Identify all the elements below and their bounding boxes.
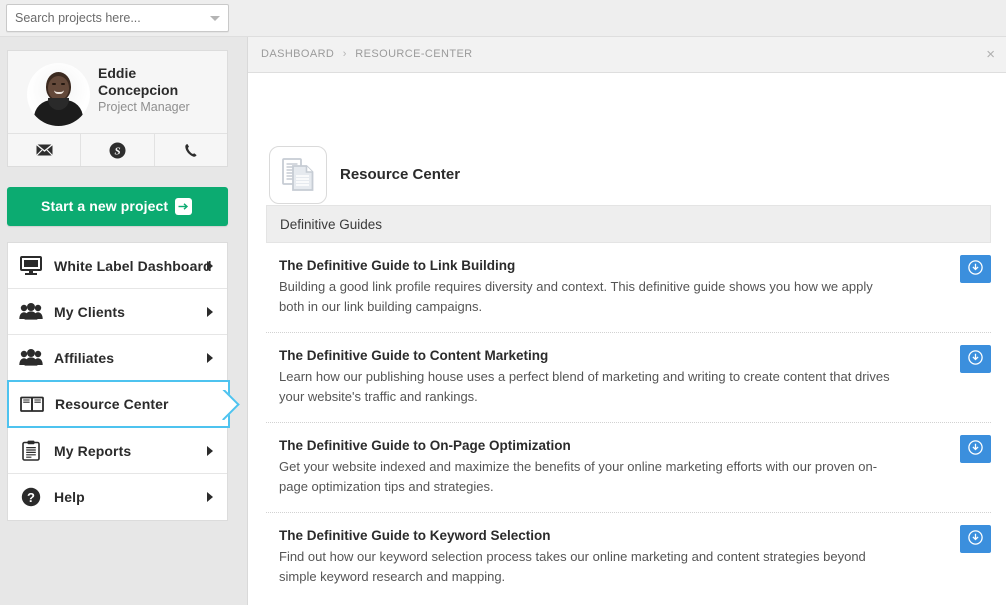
chevron-right-icon	[207, 261, 213, 271]
question-circle-icon: ?	[8, 487, 54, 507]
sidebar-item-label: Affiliates	[54, 349, 115, 366]
book-icon	[9, 395, 55, 413]
sidebar-item-resource-center[interactable]: Resource Center	[7, 380, 230, 428]
email-button[interactable]	[8, 134, 82, 166]
sidebar-item-label: My Reports	[54, 442, 132, 459]
breadcrumb-item-dashboard[interactable]: DASHBOARD	[261, 48, 334, 60]
breadcrumb: DASHBOARD › RESOURCE-CENTER	[261, 48, 473, 60]
guide-title: The Definitive Guide to On-Page Optimiza…	[279, 438, 571, 453]
documents-icon	[269, 146, 327, 204]
guide-list-item: The Definitive Guide to Link Building Bu…	[266, 243, 991, 333]
profile-name: Eddie Concepcion	[98, 65, 220, 99]
download-circle-icon	[968, 260, 983, 278]
sidebar-item-label: White Label Dashboard	[54, 257, 212, 274]
skype-button[interactable]: S	[81, 134, 155, 166]
download-button[interactable]	[960, 525, 991, 553]
sidebar-item-my-reports[interactable]: My Reports	[8, 428, 227, 474]
email-icon	[35, 144, 53, 156]
guides-section-header: Definitive Guides	[266, 205, 991, 243]
chevron-right-icon	[207, 446, 213, 456]
chevron-right-icon	[207, 353, 213, 363]
arrow-right-icon	[175, 198, 192, 215]
guide-title: The Definitive Guide to Link Building	[279, 258, 516, 273]
guide-title: The Definitive Guide to Content Marketin…	[279, 348, 549, 363]
users-icon	[8, 303, 54, 320]
close-icon[interactable]: ×	[986, 47, 995, 62]
sidebar-item-affiliates[interactable]: Affiliates	[8, 335, 227, 381]
sidebar-item-label: Help	[54, 489, 85, 505]
phone-button[interactable]	[155, 134, 227, 166]
active-item-pointer	[221, 390, 241, 420]
main-panel: DASHBOARD › RESOURCE-CENTER × Resource C…	[247, 37, 1006, 605]
guide-list-item: The Definitive Guide to On-Page Optimiza…	[266, 423, 991, 513]
download-circle-icon	[968, 530, 983, 548]
download-circle-icon	[968, 440, 983, 458]
sidebar-nav: White Label Dashboard My Clients Affilia…	[7, 242, 230, 521]
clipboard-icon	[8, 440, 54, 461]
download-circle-icon	[968, 350, 983, 368]
svg-text:?: ?	[27, 490, 35, 505]
sidebar-item-label: My Clients	[54, 303, 126, 320]
start-new-project-label: Start a new project	[41, 198, 169, 214]
download-button[interactable]	[960, 255, 991, 283]
guide-description: Find out how our keyword selection proce…	[279, 549, 866, 584]
download-button[interactable]	[960, 435, 991, 463]
guide-list-item: The Definitive Guide to Keyword Selectio…	[266, 513, 991, 602]
breadcrumb-separator: ›	[342, 48, 347, 60]
sidebar-item-label: Resource Center	[55, 396, 169, 412]
chevron-down-icon[interactable]	[210, 16, 220, 21]
monitor-icon	[8, 256, 54, 275]
page-title: Resource Center	[340, 166, 461, 183]
svg-text:S: S	[114, 145, 120, 157]
search-input[interactable]	[7, 5, 202, 31]
start-new-project-button[interactable]: Start a new project	[7, 187, 228, 226]
download-button[interactable]	[960, 345, 991, 373]
skype-icon: S	[109, 142, 126, 159]
profile-role: Project Manager	[98, 100, 190, 114]
profile-name-line2: Concepcion	[98, 82, 179, 98]
breadcrumb-bar: DASHBOARD › RESOURCE-CENTER ×	[248, 37, 1006, 73]
profile-card: Eddie Concepcion Project Manager S	[7, 50, 228, 167]
page-header: Resource Center	[248, 73, 1006, 204]
breadcrumb-item-resource-center[interactable]: RESOURCE-CENTER	[355, 48, 472, 60]
guide-description: Get your website indexed and maximize th…	[279, 459, 878, 494]
sidebar: Eddie Concepcion Project Manager S Start…	[0, 37, 247, 605]
chevron-right-icon	[207, 307, 213, 317]
guide-title: The Definitive Guide to Keyword Selectio…	[279, 528, 551, 543]
guides-section: Definitive Guides The Definitive Guide t…	[266, 205, 991, 602]
top-bar	[0, 0, 1006, 37]
sidebar-item-my-clients[interactable]: My Clients	[8, 289, 227, 335]
chevron-right-icon	[207, 492, 213, 502]
users-icon	[8, 349, 54, 366]
avatar	[27, 63, 90, 126]
guide-description: Building a good link profile requires di…	[279, 279, 873, 314]
guides-section-title: Definitive Guides	[280, 216, 383, 232]
guide-description: Learn how our publishing house uses a pe…	[279, 369, 890, 404]
guide-list-item: The Definitive Guide to Content Marketin…	[266, 333, 991, 423]
contact-actions: S	[8, 133, 227, 166]
sidebar-item-white-label-dashboard[interactable]: White Label Dashboard	[8, 243, 227, 289]
search-box[interactable]	[6, 4, 229, 32]
profile-name-line1: Eddie	[98, 65, 137, 81]
phone-icon	[184, 143, 198, 158]
sidebar-item-help[interactable]: ? Help	[8, 474, 227, 520]
